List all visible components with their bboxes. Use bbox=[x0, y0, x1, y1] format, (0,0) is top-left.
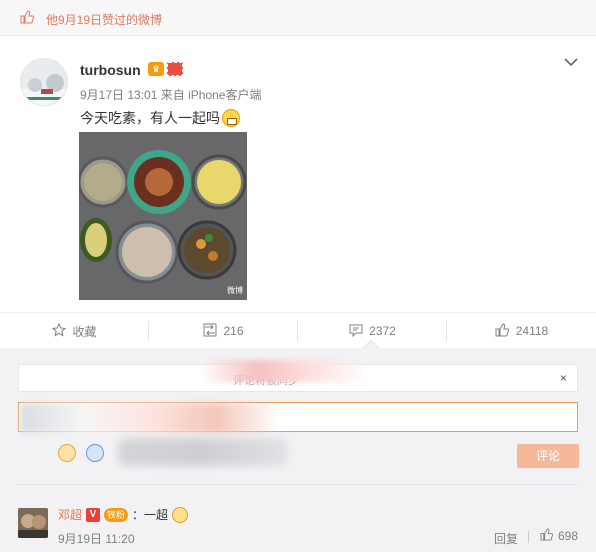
post-image[interactable]: 微博 bbox=[79, 132, 247, 300]
star-icon bbox=[52, 322, 67, 340]
comment-line: 邓超 V 铁粉 ：一超 bbox=[58, 506, 189, 523]
weibo-post: turbosun ♛ 9月17日 13:01 来自 iPhone客户端 今天吃素… bbox=[0, 36, 596, 312]
avatar[interactable] bbox=[20, 58, 68, 106]
like-button[interactable]: 24118 bbox=[447, 313, 596, 349]
verified-v-icon[interactable]: V bbox=[86, 507, 101, 522]
post-username[interactable]: turbosun bbox=[80, 62, 141, 78]
post-source[interactable]: iPhone客户端 bbox=[188, 88, 261, 102]
thumbs-up-icon bbox=[540, 528, 554, 544]
repost-icon bbox=[203, 323, 217, 340]
post-meta: 9月17日 13:01 来自 iPhone客户端 bbox=[80, 86, 261, 103]
photo-watermark: 微博 bbox=[227, 286, 243, 295]
comment-tools bbox=[58, 444, 104, 462]
emoji-icon[interactable] bbox=[58, 444, 76, 462]
reply-button[interactable]: 回复 bbox=[494, 530, 518, 547]
comment-icon bbox=[349, 323, 363, 340]
post-action-bar: 收藏 216 2372 24118 bbox=[0, 312, 596, 348]
comment-time: 9月19日 11:20 bbox=[58, 532, 135, 546]
comment-text: ：一超 bbox=[132, 508, 169, 522]
comment-username[interactable]: 邓超 bbox=[58, 506, 82, 523]
user-badges: ♛ bbox=[148, 62, 183, 76]
doge-emoji-icon bbox=[172, 506, 189, 523]
redaction-blur bbox=[118, 438, 288, 466]
comment-section: 评论将被同步 × 评论 邓超 V 铁粉 ：一超 9月19日 11:20 回复 6… bbox=[0, 348, 596, 552]
avatar[interactable] bbox=[18, 508, 48, 538]
divider bbox=[18, 484, 578, 485]
post-content: 今天吃素，有人一起吗 bbox=[80, 108, 240, 128]
comment-like-count: 698 bbox=[558, 529, 579, 543]
post-text: 今天吃素，有人一起吗 bbox=[80, 110, 220, 126]
fan-badge[interactable]: 铁粉 bbox=[104, 507, 129, 522]
comment-count: 2372 bbox=[369, 324, 396, 338]
grin-emoji-icon bbox=[222, 109, 240, 127]
close-icon[interactable]: × bbox=[560, 371, 567, 385]
repost-count: 216 bbox=[223, 324, 244, 338]
topic-icon[interactable] bbox=[86, 444, 104, 462]
repost-button[interactable]: 216 bbox=[149, 313, 298, 349]
source-prefix: 来自 bbox=[160, 88, 185, 102]
favorite-label: 收藏 bbox=[72, 324, 97, 339]
thumbs-up-icon bbox=[495, 322, 510, 340]
redaction-blur bbox=[20, 403, 280, 433]
liked-notice-bar: 他9月19日赞过的微博 bbox=[0, 0, 596, 36]
crown-badge-icon[interactable]: ♛ bbox=[148, 62, 164, 76]
comment-like-button[interactable]: 698 bbox=[540, 528, 578, 544]
ticket-badge-icon[interactable] bbox=[167, 62, 183, 76]
favorite-button[interactable]: 收藏 bbox=[0, 313, 149, 349]
like-count: 24118 bbox=[515, 324, 549, 338]
post-time[interactable]: 9月17日 13:01 bbox=[80, 88, 157, 102]
chevron-down-icon[interactable] bbox=[564, 56, 578, 70]
liked-notice-text: 他9月19日赞过的微博 bbox=[46, 13, 163, 27]
redaction-blur bbox=[200, 360, 370, 382]
thumbs-up-icon bbox=[20, 10, 35, 27]
submit-comment-button[interactable]: 评论 bbox=[517, 444, 579, 468]
